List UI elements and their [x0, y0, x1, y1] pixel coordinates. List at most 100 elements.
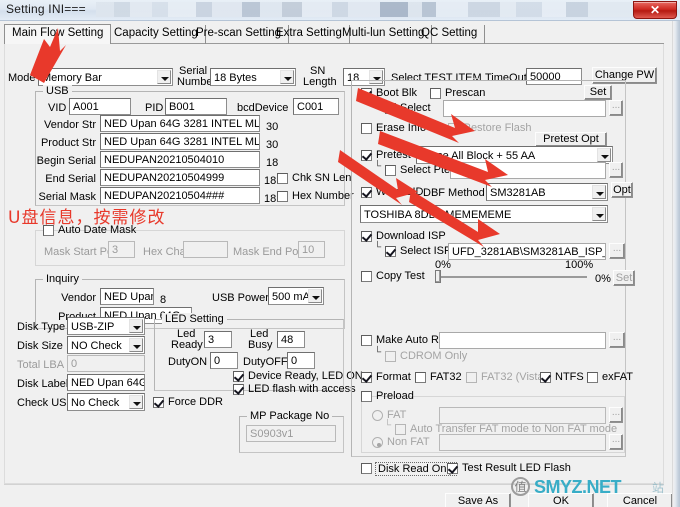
duty-off-input[interactable]: 0: [287, 352, 315, 369]
checkbox-box[interactable]: [361, 463, 372, 474]
checkbox-box[interactable]: [277, 173, 288, 184]
serial-number-combo[interactable]: 18 Bytes: [210, 68, 296, 86]
make-auto-run-input[interactable]: [439, 332, 606, 349]
main-flow-setting-panel: Mode Memory Bar Serial Number 18 Bytes S…: [4, 44, 664, 484]
serial-mask-input[interactable]: NEDUPAN20210504###: [100, 187, 260, 204]
inquiry-vendor-length: 8: [160, 294, 167, 306]
dbf-method-combo[interactable]: SM3281AB: [486, 183, 608, 201]
chevron-down-icon[interactable]: [308, 289, 322, 303]
disk-size-combo[interactable]: NO Check: [67, 336, 145, 354]
chevron-down-icon[interactable]: [157, 70, 171, 84]
checkbox-box[interactable]: [415, 372, 426, 383]
usb-power-combo-value: 500 mA: [272, 291, 310, 303]
checkbox-box[interactable]: [430, 88, 441, 99]
led-busy-input[interactable]: 48: [277, 331, 305, 348]
checkbox-box[interactable]: [361, 88, 373, 99]
checkbox-box[interactable]: [385, 246, 397, 257]
checkbox-box[interactable]: [361, 391, 372, 402]
checkbox-box[interactable]: [361, 271, 372, 282]
select-ptest-input[interactable]: [450, 162, 606, 179]
checkbox-box[interactable]: [361, 187, 373, 198]
checkbox-box[interactable]: [153, 397, 165, 408]
mask-start-pos-input[interactable]: 3: [108, 241, 135, 258]
check-icon: [361, 231, 373, 242]
checkbox-box[interactable]: [361, 372, 373, 383]
select-isp-label: Select ISP: [400, 245, 452, 257]
radio-circle[interactable]: [372, 410, 383, 421]
save-as-button[interactable]: Save As: [445, 493, 511, 507]
checkbox-box[interactable]: [361, 335, 372, 346]
tree-elbow-4: └: [374, 347, 382, 358]
inquiry-vendor-input[interactable]: NED Upan: [100, 288, 154, 305]
dbf-method-combo-value: SM3281AB: [490, 187, 546, 199]
mode-combo[interactable]: Memory Bar: [38, 68, 173, 86]
pid-input[interactable]: B001: [165, 98, 227, 115]
slider-thumb[interactable]: [435, 270, 441, 283]
mp-package-no-input: S0903v1: [246, 425, 336, 442]
ok-button[interactable]: OK: [528, 493, 594, 507]
vendor-str-input[interactable]: NED Upan 64G 3281 INTEL MLC: [100, 115, 260, 132]
vendor-str-length: 30: [266, 121, 279, 133]
select-isp-browse-button[interactable]: ...: [609, 243, 625, 259]
checkbox-box[interactable]: [277, 191, 288, 202]
boot-blk-select-input[interactable]: [443, 100, 606, 117]
mode-label: Mode: [8, 72, 36, 84]
copy-test-label: Copy Test: [376, 270, 425, 282]
usb-power-combo[interactable]: 500 mA: [268, 287, 324, 305]
select-isp-input[interactable]: UFD_3281AB\SM3281AB_ISP_MLC_SD_1: [448, 243, 606, 260]
boot-blk-browse-button[interactable]: ...: [609, 100, 623, 116]
chevron-down-icon[interactable]: [592, 185, 606, 199]
checkbox-box[interactable]: [361, 150, 373, 161]
mask-end-pos-input[interactable]: 10: [298, 241, 325, 258]
checkbox-box[interactable]: [447, 463, 459, 474]
bcddevice-input[interactable]: C001: [293, 98, 339, 115]
make-auto-run-browse-button[interactable]: ...: [609, 332, 625, 348]
format-label: Format: [376, 371, 411, 383]
boot-blk-set-button[interactable]: Set: [584, 85, 612, 100]
chevron-down-icon[interactable]: [129, 395, 143, 409]
check-icon: [540, 372, 552, 383]
radio-circle[interactable]: [372, 437, 383, 448]
duty-on-input[interactable]: 0: [210, 352, 238, 369]
disk-type-combo[interactable]: USB-ZIP: [67, 317, 145, 335]
cancel-button[interactable]: Cancel: [607, 493, 673, 507]
checkbox-box[interactable]: [233, 384, 245, 395]
vid-input[interactable]: A001: [69, 98, 131, 115]
hex-char-input[interactable]: [183, 241, 228, 258]
chevron-down-icon[interactable]: [592, 207, 606, 221]
end-serial-input[interactable]: NEDUPAN20210504999: [100, 169, 260, 186]
pretest-label: Pretest: [376, 149, 411, 161]
checkbox-box[interactable]: [361, 231, 373, 242]
copy-test-slider[interactable]: [435, 269, 590, 285]
flash-type-combo[interactable]: TOSHIBA 8DDL MEMEMEME: [360, 205, 608, 223]
select-ptest-browse-button[interactable]: ...: [609, 162, 623, 178]
copy-test-set-button[interactable]: Set: [613, 270, 635, 286]
product-str-length: 30: [266, 139, 279, 151]
tab-qc-setting[interactable]: QC Setting: [414, 25, 486, 44]
dbf-opt-button[interactable]: Opt: [611, 182, 633, 198]
tree-elbow-3: └: [374, 242, 382, 253]
chevron-down-icon[interactable]: [597, 148, 611, 162]
product-str-input[interactable]: NED Upan 64G 3281 INTEL MLC: [100, 133, 260, 150]
disk-type-label: Disk Type: [17, 321, 66, 333]
checkbox-box[interactable]: [587, 372, 598, 383]
checkbox-box[interactable]: [43, 225, 54, 236]
begin-serial-input[interactable]: NEDUPAN20210504010: [100, 151, 260, 168]
pretest-opt-button[interactable]: Pretest Opt: [535, 132, 607, 147]
close-button[interactable]: ✕: [633, 1, 677, 19]
disk-label-input[interactable]: NED Upan 64G 328: [67, 374, 145, 391]
checkbox-box[interactable]: [540, 372, 552, 383]
chevron-down-icon[interactable]: [129, 338, 143, 352]
checkbox-box[interactable]: [385, 165, 396, 176]
checkbox-box[interactable]: [385, 103, 396, 114]
tab-main-flow-setting[interactable]: Main Flow Setting: [4, 24, 112, 44]
checkbox-box[interactable]: [233, 371, 245, 382]
chevron-down-icon[interactable]: [280, 70, 294, 84]
pid-label: PID: [145, 102, 164, 114]
check-usb-combo[interactable]: No Check: [67, 393, 145, 411]
hex-number-label: Hex Number: [292, 190, 354, 202]
check-icon: [447, 463, 459, 474]
checkbox-box[interactable]: [361, 123, 372, 134]
chevron-down-icon[interactable]: [129, 319, 143, 333]
led-ready-input[interactable]: 3: [204, 331, 232, 348]
